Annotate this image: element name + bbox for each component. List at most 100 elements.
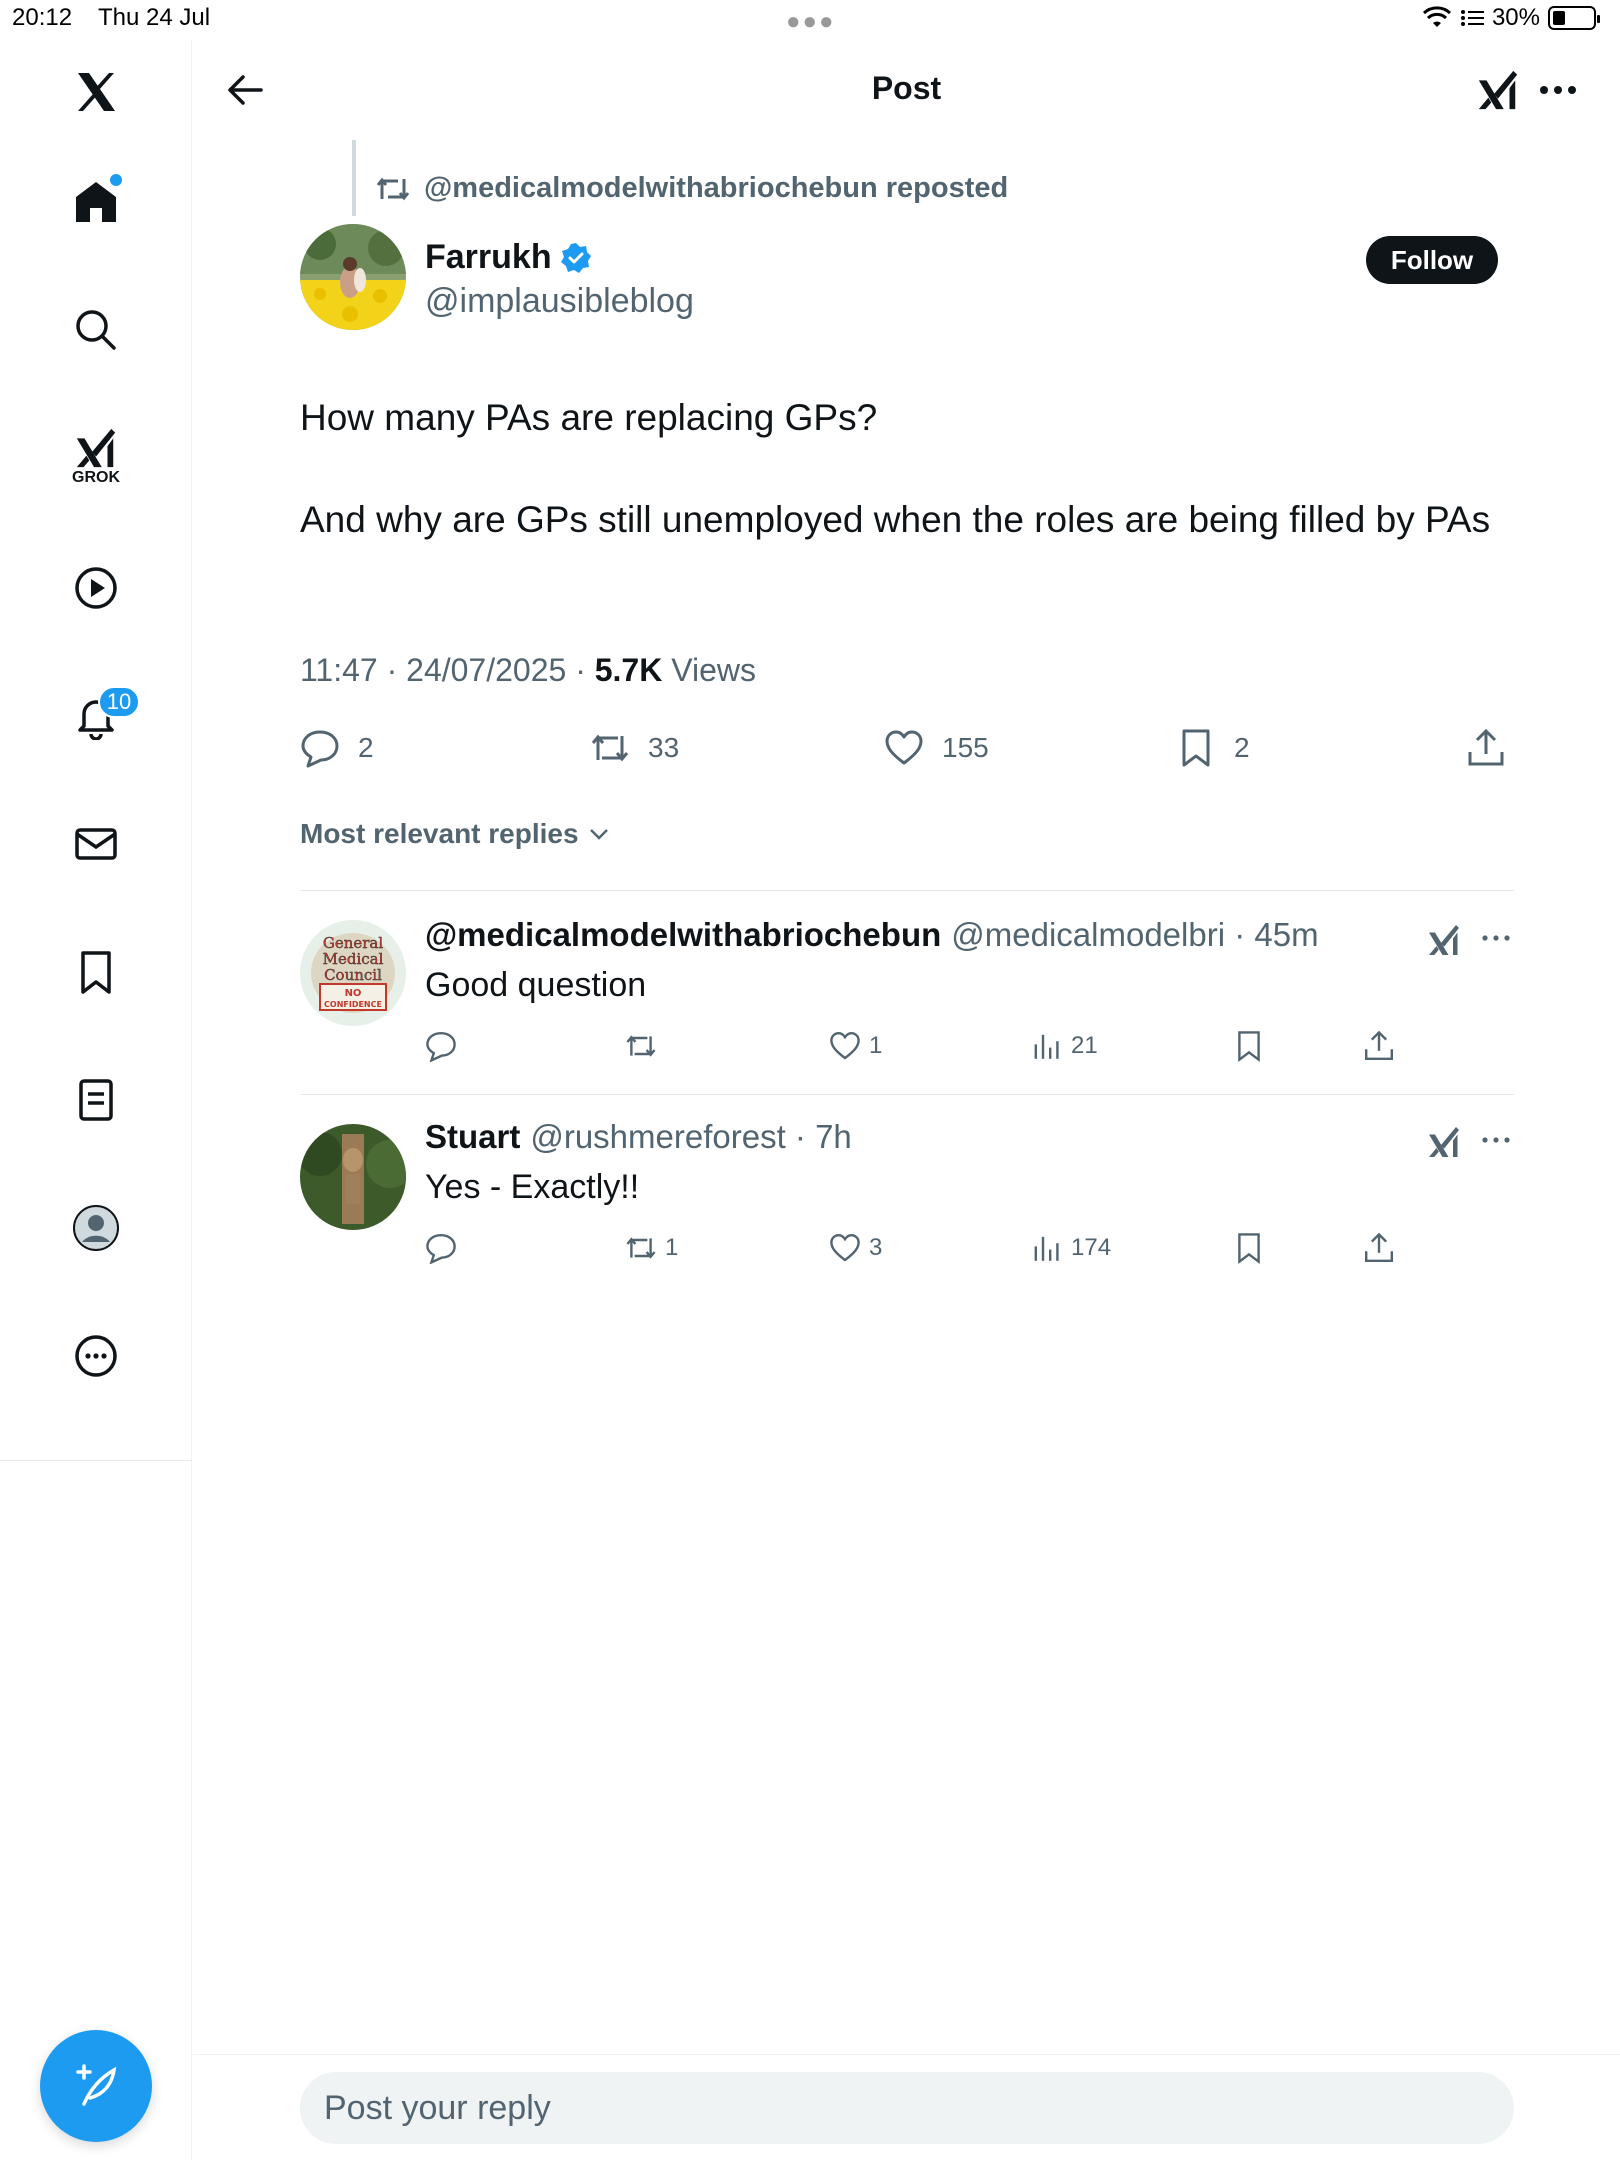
sidebar-divider: [0, 1460, 192, 1461]
repost-button[interactable]: 33: [590, 722, 679, 774]
verified-badge-icon: [560, 242, 591, 273]
heart-icon: [885, 730, 923, 765]
grok-icon: [1478, 70, 1518, 110]
repost-indicator[interactable]: @medicalmodelwithabriochebun reposted: [376, 172, 1008, 205]
post-header: Post: [193, 40, 1620, 140]
bookmark-count: 2: [1234, 732, 1250, 763]
sidebar-item-more[interactable]: [56, 1316, 136, 1396]
reply-actions: 1 21: [425, 1026, 1425, 1066]
repost-icon: [626, 1035, 656, 1057]
views-button[interactable]: 21: [1031, 1026, 1098, 1066]
grok-label: GROK: [72, 469, 120, 486]
status-date: Thu 24 Jul: [98, 4, 211, 31]
sidebar-item-explore[interactable]: [56, 290, 136, 370]
feather-plus-icon: [76, 2064, 117, 2106]
author-avatar[interactable]: [300, 224, 406, 330]
views-label: Views: [662, 652, 756, 688]
reply-actions: 1 3 174: [425, 1228, 1425, 1268]
post-body: How many PAs are replacing GPs? And why …: [300, 392, 1500, 596]
reply-button[interactable]: 2: [300, 722, 374, 774]
reply-grok-button[interactable]: [1424, 1122, 1464, 1162]
multitasking-dots-icon[interactable]: ●●●: [786, 8, 836, 36]
battery-percent: 30%: [1491, 4, 1540, 31]
reply-author-name[interactable]: @medicalmodelwithabriochebun: [425, 916, 941, 954]
heart-icon: [830, 1031, 860, 1060]
sidebar-item-bookmarks[interactable]: [56, 932, 136, 1012]
author-name-text: Farrukh: [425, 238, 552, 276]
reply-button[interactable]: [425, 1228, 457, 1268]
bookmark-icon: [81, 951, 111, 994]
reply-more-button[interactable]: [1478, 1122, 1514, 1158]
reply-count: 2: [358, 732, 374, 763]
views-button[interactable]: 174: [1031, 1228, 1111, 1268]
unread-dot: [110, 174, 122, 186]
analytics-icon: [1034, 1034, 1059, 1059]
divider: [300, 890, 1514, 891]
status-bar: 20:12 Thu 24 Jul ●●● 30%: [0, 0, 1620, 40]
like-count: 1: [869, 1032, 883, 1059]
reply-author-handle[interactable]: @rushmereforest · 7h: [530, 1118, 851, 1156]
grok-icon: [1429, 925, 1459, 955]
bookmark-button[interactable]: [1233, 1228, 1265, 1268]
reply-icon: [426, 1031, 456, 1062]
reply-avatar[interactable]: [300, 1124, 406, 1230]
grok-button[interactable]: [1472, 64, 1524, 116]
share-button[interactable]: [1363, 1026, 1395, 1066]
reply-more-button[interactable]: [1478, 920, 1514, 956]
play-circle-icon: [75, 567, 117, 609]
like-button[interactable]: 3: [829, 1228, 882, 1268]
reply-grok-button[interactable]: [1424, 920, 1464, 960]
avatar-text: NO: [345, 988, 362, 999]
post-text-paragraph: How many PAs are replacing GPs?: [300, 397, 878, 438]
notifications-badge: 10: [98, 686, 140, 718]
follow-button[interactable]: Follow: [1366, 236, 1498, 284]
replies-sort-dropdown[interactable]: Most relevant replies: [300, 818, 611, 850]
avatar-text: Council: [324, 966, 382, 984]
author-handle[interactable]: @implausibleblog: [425, 282, 694, 321]
reply-text: Yes - Exactly!!: [425, 1168, 640, 1206]
compose-divider: [193, 2054, 1620, 2055]
views-count: 21: [1071, 1032, 1098, 1059]
replies-sort-label: Most relevant replies: [300, 818, 579, 849]
post-timestamp[interactable]: 11:47 · 24/07/2025 ·: [300, 652, 595, 688]
repost-button[interactable]: [625, 1026, 665, 1066]
sidebar-item-lists[interactable]: [56, 1060, 136, 1140]
reply-input[interactable]: Post your reply: [300, 2072, 1514, 2144]
more-options-button[interactable]: [1532, 64, 1584, 116]
profile-avatar-icon: [73, 1205, 119, 1251]
post-meta: 11:47 · 24/07/2025 · 5.7K Views: [300, 652, 756, 689]
repost-count: 33: [648, 732, 680, 763]
like-button[interactable]: 1: [829, 1026, 882, 1066]
bookmark-button[interactable]: [1233, 1026, 1265, 1066]
sidebar-item-grok[interactable]: GROK: [56, 416, 136, 496]
sidebar-item-profile[interactable]: [56, 1188, 136, 1268]
reply-avatar[interactable]: General Medical Council NO CONFIDENCE: [300, 920, 406, 1026]
reply-text: Good question: [425, 966, 647, 1004]
sidebar-item-notifications[interactable]: 10: [56, 676, 140, 756]
sidebar-item-messages[interactable]: [56, 804, 136, 884]
like-button[interactable]: 155: [884, 722, 989, 774]
reply-button[interactable]: [425, 1026, 457, 1066]
x-logo-icon[interactable]: [56, 52, 136, 132]
share-icon: [1365, 1232, 1393, 1262]
heart-icon: [830, 1233, 860, 1262]
bookmark-button[interactable]: 2: [1176, 722, 1250, 774]
compose-post-button[interactable]: [40, 2030, 152, 2142]
search-icon: [76, 310, 116, 350]
repost-button[interactable]: 1: [625, 1228, 678, 1268]
views-count: 174: [1071, 1234, 1112, 1261]
sidebar-item-video[interactable]: [56, 548, 136, 628]
author-name[interactable]: Farrukh: [425, 238, 592, 277]
share-button[interactable]: [1363, 1228, 1395, 1268]
reply-author-handle[interactable]: @medicalmodelbri · 45m: [951, 916, 1318, 954]
share-button[interactable]: [1466, 722, 1506, 774]
bookmark-icon: [1182, 729, 1210, 767]
repost-icon: [626, 1237, 656, 1259]
page-title: Post: [871, 70, 942, 106]
more-circle-icon: [75, 1335, 117, 1377]
mail-icon: [75, 828, 117, 860]
status-time: 20:12: [12, 4, 73, 31]
views-count[interactable]: 5.7K: [595, 652, 663, 688]
sidebar-item-home[interactable]: [56, 162, 136, 242]
reply-author-name[interactable]: Stuart: [425, 1118, 520, 1156]
